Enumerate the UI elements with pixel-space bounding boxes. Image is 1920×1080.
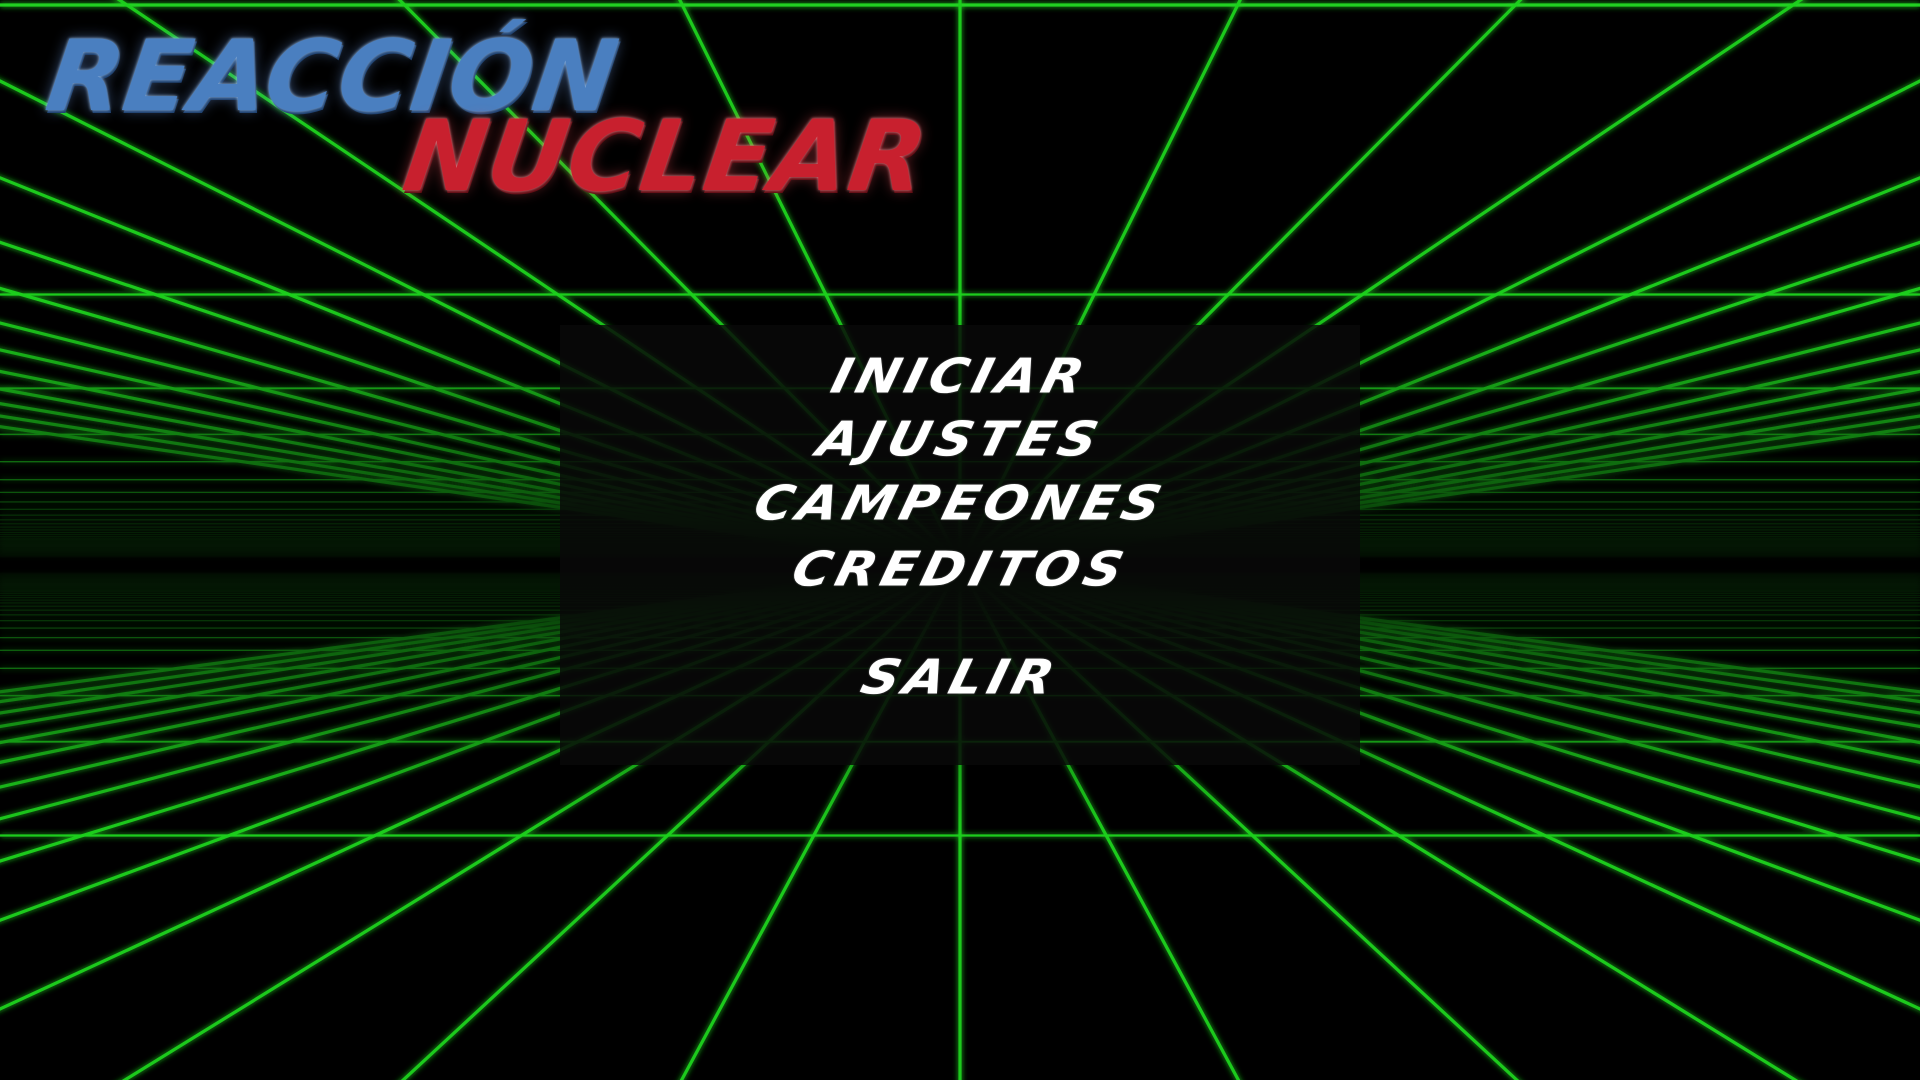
menu-item-creditos[interactable]: CREDITOS — [554, 542, 1366, 597]
menu-panel: INICIAR AJUSTES CAMPEONES CREDITOS SALIR — [560, 325, 1360, 765]
game-title-line-2: NUCLEAR — [396, 100, 935, 214]
menu-item-campeones[interactable]: CAMPEONES — [554, 476, 1366, 531]
main-menu: INICIAR AJUSTES CAMPEONES CREDITOS SALIR — [560, 325, 1360, 765]
main-menu-screen: REACCIÓN NUCLEAR INICIAR AJUSTES CAMPEON… — [0, 0, 1920, 1080]
game-logo: REACCIÓN NUCLEAR — [0, 0, 1000, 230]
menu-item-ajustes[interactable]: AJUSTES — [554, 412, 1366, 467]
menu-item-iniciar[interactable]: INICIAR — [554, 349, 1366, 404]
menu-item-salir[interactable]: SALIR — [554, 650, 1366, 705]
